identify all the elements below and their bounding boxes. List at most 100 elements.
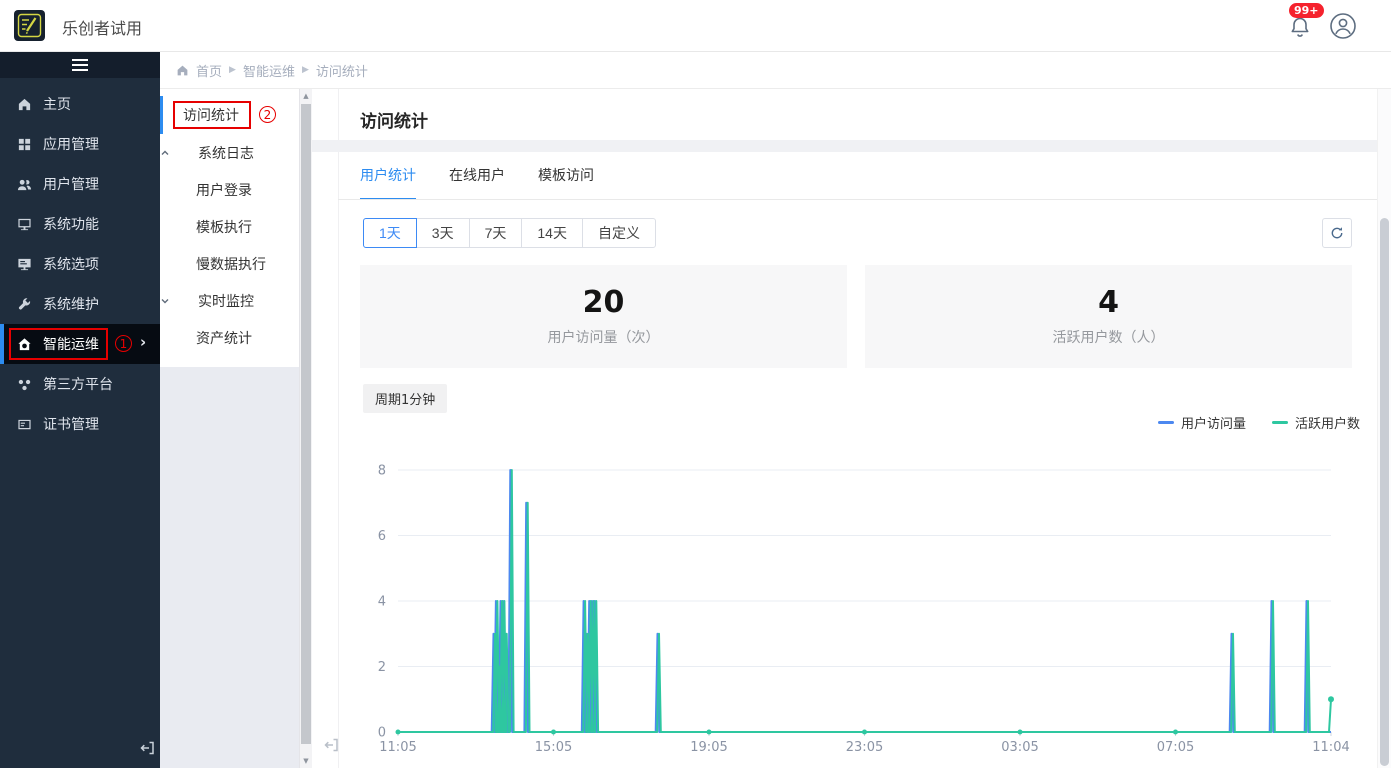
svg-text:03:05: 03:05 (1001, 740, 1038, 755)
svg-text:4: 4 (378, 595, 386, 610)
svg-text:8: 8 (378, 464, 386, 479)
submenu-item-asset-stats[interactable]: 资产统计 (160, 319, 299, 356)
app-management-icon (18, 138, 31, 150)
sidebar-item-third-party[interactable]: 第三方平台 (0, 364, 160, 404)
stat-cards: 20 用户访问量（次） 4 活跃用户数（人） (360, 265, 1352, 368)
tab-bar-divider (338, 199, 1377, 200)
sidebar-item-label: 系统维护 (43, 297, 99, 313)
sidebar-item-certificate[interactable]: 证书管理 (0, 404, 160, 444)
refresh-icon (1331, 227, 1343, 239)
breadcrumb: 首页 ▶ 智能运维 ▶ 访问统计 (160, 52, 1391, 89)
breadcrumb-separator-icon: ▶ (229, 65, 236, 75)
submenu-group-label: 系统日志 (198, 145, 254, 162)
chevron-right-icon: › (140, 333, 147, 351)
svg-text:0: 0 (378, 726, 386, 741)
submenu-item-slow-data-exec[interactable]: 慢数据执行 (160, 245, 299, 282)
svg-text:6: 6 (378, 529, 386, 544)
range-button-自定义[interactable]: 自定义 (581, 218, 656, 248)
tab-template-access[interactable]: 模板访问 (538, 165, 594, 200)
intelligent-ops-icon (18, 337, 31, 350)
system-options-icon (18, 258, 31, 270)
tab-bar: 用户统计 在线用户 模板访问 (360, 165, 594, 200)
submenu-scrollbar[interactable]: ▲ ▼ (299, 89, 312, 768)
sidebar-item-label: 用户管理 (43, 177, 99, 193)
tab-online-users[interactable]: 在线用户 (449, 165, 505, 200)
svg-text:23:05: 23:05 (846, 740, 883, 755)
user-management-icon (17, 179, 32, 190)
home-icon (177, 65, 188, 75)
submenu: 访问统计 2 系统日志用户登录 模板执行慢数据执行实时监控资产统计 (160, 89, 299, 367)
page-scrollbar-thumb[interactable] (1380, 218, 1389, 766)
svg-text:19:05: 19:05 (690, 740, 727, 755)
sidebar-item-label: 应用管理 (43, 137, 99, 153)
submenu-group-label: 实时监控 (198, 293, 254, 310)
stat-value: 20 (582, 285, 625, 320)
tab-user-stats[interactable]: 用户统计 (360, 165, 416, 200)
annotation-number-2: 2 (259, 106, 276, 123)
annotation-number-1: 1 (115, 335, 132, 352)
submenu-item-label: 访问统计 (183, 108, 239, 124)
breadcrumb-item[interactable]: 智能运维 (243, 61, 295, 80)
time-range-group: 1天 3天 7天 14天 自定义 (363, 218, 656, 248)
breadcrumb-item[interactable]: 访问统计 (316, 61, 368, 80)
legend-dash (1271, 421, 1288, 424)
svg-text:11:05: 11:05 (379, 740, 416, 755)
svg-text:07:05: 07:05 (1157, 740, 1194, 755)
top-bar: 乐创者试用 99+ (0, 0, 1391, 52)
section-divider-band (312, 140, 1377, 152)
sidebar-item-system-maintenance[interactable]: 系统维护 (0, 284, 160, 324)
notification-badge: 99+ (1289, 3, 1324, 18)
submenu-item-system-logs[interactable]: 系统日志 (160, 134, 299, 171)
stat-card: 20 用户访问量（次） (360, 265, 847, 368)
stat-value: 4 (1098, 285, 1119, 320)
range-button-14天[interactable]: 14天 (521, 218, 583, 248)
avatar-icon[interactable] (1329, 12, 1357, 40)
refresh-button[interactable] (1322, 218, 1352, 248)
submenu-item-template-exec[interactable]: 模板执行 (160, 208, 299, 245)
sidebar-item-label: 智能运维 (43, 337, 99, 353)
sidebar-item-app-management[interactable]: 应用管理 (0, 124, 160, 164)
svg-text:11:04: 11:04 (1312, 740, 1349, 755)
panel-collapse-icon[interactable] (322, 736, 340, 754)
range-button-1天[interactable]: 1天 (363, 218, 417, 248)
screen: 乐创者试用 99+ 主页 应用管理 用户管理 系统功能 系统选项 系统维护 智能运维 1 › 第三… (0, 0, 1391, 768)
period-badge: 周期1分钟 (363, 384, 448, 413)
scroll-up-arrow-icon[interactable]: ▲ (300, 89, 312, 103)
legend-dash (1157, 421, 1174, 424)
submenu-item-realtime-monitor[interactable]: 实时监控 (160, 282, 299, 319)
app-title: 乐创者试用 (62, 19, 143, 38)
sidebar-item-user-management[interactable]: 用户管理 (0, 164, 160, 204)
sidebar-item-intelligent-ops[interactable]: 智能运维 1 › (0, 324, 160, 364)
exit-icon[interactable] (138, 739, 156, 757)
range-button-3天[interactable]: 3天 (415, 218, 470, 248)
home-icon (18, 98, 31, 110)
sidebar-item-label: 主页 (43, 97, 71, 113)
system-functions-icon (18, 218, 31, 230)
pencil-logo-icon (14, 10, 45, 41)
page-title: 访问统计 (360, 112, 428, 132)
sidebar-collapse-toggle[interactable] (0, 52, 160, 78)
bell-icon[interactable] (1288, 15, 1312, 39)
secondary-sidebar: 访问统计 2 系统日志用户登录 模板执行慢数据执行实时监控资产统计 ▲ ▼ (160, 89, 312, 768)
submenu-item-label: 慢数据执行 (196, 256, 266, 273)
sidebar-item-system-functions[interactable]: 系统功能 (0, 204, 160, 244)
stat-label: 用户访问量（次） (547, 330, 660, 346)
sidebar-item-label: 系统选项 (43, 257, 99, 273)
submenu-scrollbar-thumb[interactable] (301, 104, 311, 744)
sidebar-item-home[interactable]: 主页 (0, 84, 160, 124)
range-button-7天[interactable]: 7天 (468, 218, 523, 248)
sidebar-item-label: 系统功能 (43, 217, 99, 233)
sidebar-item-system-options[interactable]: 系统选项 (0, 244, 160, 284)
submenu-item-user-login[interactable]: 用户登录 (160, 171, 299, 208)
stat-card: 4 活跃用户数（人） (865, 265, 1352, 368)
breadcrumb-item[interactable]: 首页 (196, 61, 222, 80)
submenu-item-access-stats[interactable]: 访问统计 2 (160, 96, 299, 134)
page-scrollbar[interactable] (1377, 52, 1391, 768)
svg-text:2: 2 (378, 660, 386, 675)
svg-text:15:05: 15:05 (535, 740, 572, 755)
access-stats-chart[interactable]: 0 2 4 6 8 11:05 15:05 19:05 23:05 03:05 07:05 11:04 (338, 430, 1377, 768)
chevron-up-icon (161, 150, 169, 155)
certificate-icon (18, 419, 31, 429)
chart-area: 0 2 4 6 8 11:05 15:05 19:05 23:05 03:05 07:05 11:04 (338, 430, 1377, 768)
scroll-down-arrow-icon[interactable]: ▼ (300, 754, 312, 768)
